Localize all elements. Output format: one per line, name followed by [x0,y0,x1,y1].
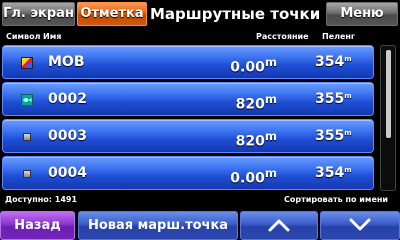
waypoint-bearing: 355m [315,128,352,144]
waypoint-name: MOB [48,54,85,70]
column-name: Имя [43,32,62,41]
list-scrollbar[interactable] [380,45,396,191]
waypoint-name: 0002 [48,91,87,107]
waypoint-list: MOB 0.00m 354m 0002 820m 355m 0003 820m … [2,45,374,193]
waypoint-row[interactable]: 0004 0.00m 354m [2,156,374,190]
waypoint-name: 0003 [48,128,87,144]
waypoint-distance: 820m [235,129,277,150]
new-waypoint-button[interactable]: Новая марш.точка [78,211,238,240]
chevron-up-icon [268,219,290,232]
fish-icon [21,94,33,106]
bottom-bar: Назад Новая марш.точка [0,208,400,240]
waypoint-bearing: 355m [315,91,352,107]
waypoint-row[interactable]: MOB 0.00m 354m [2,45,374,79]
waypoint-dot-icon [23,170,31,178]
home-screen-button[interactable]: Гл. экран [2,2,75,26]
sort-by-name[interactable]: Сортировать по имени [284,195,388,204]
page-title: Маршрутные точки [150,5,321,23]
back-button[interactable]: Назад [0,211,75,240]
waypoint-distance: 820m [235,92,277,113]
waypoint-distance: 0.00m [230,55,277,76]
column-symbol: Символ [6,32,41,41]
top-bar: Гл. экран Отметка Маршрутные точки Меню [0,0,400,28]
waypoint-name: 0004 [48,165,87,181]
waypoint-dot-icon [23,133,31,141]
column-header: Символ Имя Расстояние Пеленг [0,30,400,44]
scroll-up-button[interactable] [240,211,318,240]
waypoint-bearing: 354m [315,54,352,70]
scroll-down-button[interactable] [320,211,400,240]
waypoint-row[interactable]: 0003 820m 355m [2,119,374,153]
list-footer: Доступно: 1491 Сортировать по имени [0,193,400,207]
menu-button[interactable]: Меню [326,2,398,26]
waypoint-bearing: 354m [315,165,352,181]
available-count: Доступно: 1491 [5,195,78,204]
scrollbar-thumb[interactable] [386,50,391,138]
column-bearing: Пеленг [322,32,356,41]
column-distance: Расстояние [256,32,309,41]
waypoint-distance: 0.00m [230,166,277,187]
mark-button[interactable]: Отметка [77,2,147,26]
chevron-down-icon [349,218,371,231]
waypoint-row[interactable]: 0002 820m 355m [2,82,374,116]
mob-icon [21,57,33,69]
